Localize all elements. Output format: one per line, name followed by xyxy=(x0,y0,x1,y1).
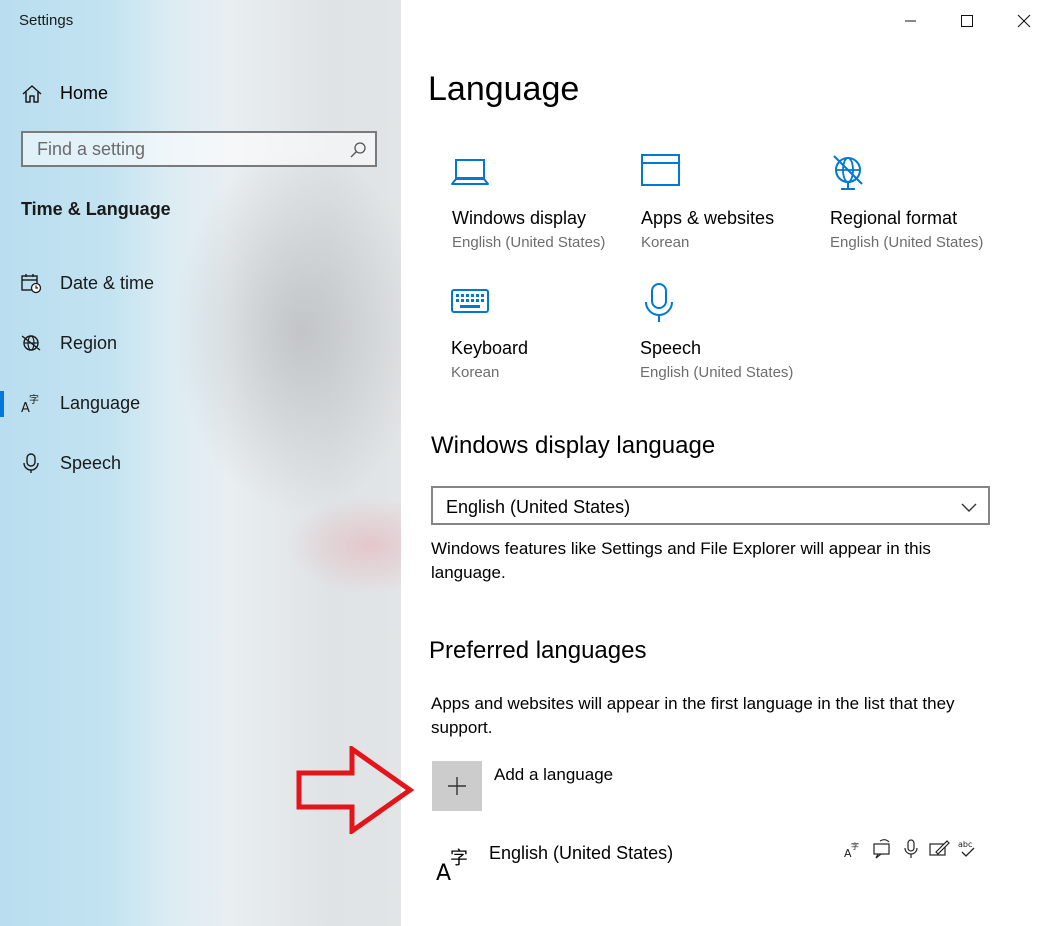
tile-title: Regional format xyxy=(830,208,958,228)
handwriting-icon xyxy=(929,840,950,856)
spellcheck-icon: abc xyxy=(958,840,975,857)
tile-apps-websites[interactable]: Apps & websites Korean xyxy=(639,152,819,262)
tile-windows-display[interactable]: Windows display English (United States) xyxy=(450,152,630,262)
microphone-icon xyxy=(645,283,673,322)
display-language-description: Windows features like Settings and File … xyxy=(431,539,931,582)
language-glyph-icon: A 字 xyxy=(436,848,468,882)
svg-text:A: A xyxy=(436,861,451,882)
svg-text:字: 字 xyxy=(29,393,39,406)
svg-text:字: 字 xyxy=(851,841,859,851)
preferred-languages-heading: Preferred languages xyxy=(429,637,647,664)
home-icon xyxy=(22,85,42,103)
app-title: Settings xyxy=(19,12,74,29)
close-icon xyxy=(1017,14,1031,28)
add-language-button[interactable] xyxy=(432,761,482,811)
add-language-label[interactable]: Add a language xyxy=(494,765,613,785)
sidebar-item-region[interactable]: Region xyxy=(0,323,401,363)
search-input[interactable] xyxy=(23,133,357,165)
tile-subtitle: Korean xyxy=(641,234,690,251)
tile-subtitle: English (United States) xyxy=(830,234,984,251)
calendar-clock-icon xyxy=(21,274,42,294)
sidebar-item-date-time[interactable]: Date & time xyxy=(0,263,401,303)
tile-title: Windows display xyxy=(452,208,587,228)
language-name: English (United States) xyxy=(489,843,674,863)
preferred-languages-description: Apps and websites will appear in the fir… xyxy=(431,694,955,737)
close-button[interactable] xyxy=(996,0,1054,42)
text-to-speech-icon xyxy=(873,839,890,859)
language-list-item[interactable]: A 字 English (United States) A 字 abc xyxy=(430,834,990,888)
plus-icon xyxy=(448,777,466,795)
maximize-button[interactable] xyxy=(938,0,996,42)
nav-home[interactable]: Home xyxy=(0,76,401,110)
tile-title: Apps & websites xyxy=(641,208,775,228)
active-indicator xyxy=(0,391,4,417)
tile-speech[interactable]: Speech English (United States) xyxy=(638,282,818,392)
svg-text:字: 字 xyxy=(450,848,468,869)
language-pack-icon: A 字 xyxy=(844,841,859,860)
microphone-icon xyxy=(23,453,39,473)
tile-regional-format[interactable]: Regional format English (United States) xyxy=(828,152,1008,262)
language-icon: A 字 xyxy=(21,393,39,414)
page-title: Language xyxy=(428,70,580,108)
section-title: Time & Language xyxy=(21,199,171,219)
display-language-heading: Windows display language xyxy=(431,432,716,459)
speech-recognition-icon xyxy=(904,839,918,858)
dropdown-value: English (United States) xyxy=(446,497,631,517)
sidebar-item-label: Date & time xyxy=(60,273,155,293)
sidebar-item-speech[interactable]: Speech xyxy=(0,443,401,483)
maximize-icon xyxy=(961,15,973,27)
svg-text:abc: abc xyxy=(958,840,972,849)
sidebar-item-label: Speech xyxy=(60,453,122,473)
minimize-button[interactable] xyxy=(881,0,939,42)
laptop-icon xyxy=(451,159,489,185)
sidebar-item-language[interactable]: A 字 Language xyxy=(0,383,401,423)
search-box xyxy=(21,131,377,167)
display-language-dropdown[interactable]: English (United States) xyxy=(431,486,990,525)
nav-home-label: Home xyxy=(60,83,109,103)
tile-subtitle: English (United States) xyxy=(640,364,794,381)
search-icon[interactable] xyxy=(349,141,367,159)
tile-title: Keyboard xyxy=(451,338,529,358)
globe-icon xyxy=(833,155,863,190)
sidebar-item-label: Region xyxy=(60,333,118,353)
keyboard-icon xyxy=(451,289,489,313)
chevron-down-icon xyxy=(961,503,977,512)
tile-subtitle: English (United States) xyxy=(452,234,606,251)
tile-subtitle: Korean xyxy=(451,364,500,381)
tile-keyboard[interactable]: Keyboard Korean xyxy=(449,282,629,392)
red-arrow-annotation xyxy=(296,746,415,834)
sidebar-item-label: Language xyxy=(60,393,141,413)
tile-title: Speech xyxy=(640,338,702,358)
minimize-icon xyxy=(905,20,916,22)
browser-window-icon xyxy=(641,154,680,186)
globe-icon xyxy=(21,335,41,351)
